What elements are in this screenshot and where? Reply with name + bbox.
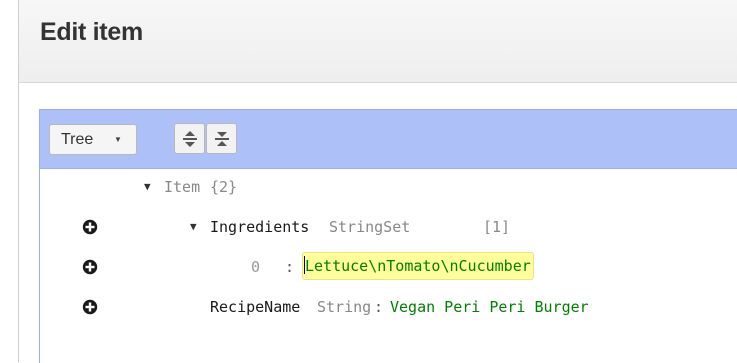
expand-toggle-icon[interactable]: ▼ <box>144 180 151 193</box>
expand-all-button[interactable] <box>174 123 205 154</box>
root-child-count: {2} <box>210 178 238 196</box>
expand-all-icon <box>183 131 197 147</box>
recipe-name-type-label: String <box>317 298 372 316</box>
mode-label: Tree <box>61 131 94 148</box>
add-field-icon[interactable] <box>82 259 98 275</box>
ingredients-count: [1] <box>483 218 511 236</box>
collapse-all-button[interactable] <box>206 123 237 154</box>
caret-down-icon: ▼ <box>114 135 122 144</box>
dialog-header: Edit item <box>19 0 737 83</box>
tree-view: ▼ Item {2} ▼ Ingredients StringSet [1] 0… <box>40 169 737 363</box>
tree-row-ingredient-0: 0 : Lettuce\nTomato\nCucumber <box>40 249 737 285</box>
dialog-title: Edit item <box>40 18 143 46</box>
ingredient-value-text: Lettuce\nTomato\nCucumber <box>305 257 531 275</box>
tree-row-root: ▼ Item {2} <box>40 169 737 205</box>
tree-row-recipe-name: RecipeName String : Vegan Peri Peri Burg… <box>40 289 737 325</box>
mode-dropdown-button[interactable]: Tree ▼ <box>49 124 137 155</box>
root-field-label: Item <box>164 178 201 196</box>
item-index: 0 <box>251 258 261 276</box>
edit-item-dialog: Edit item Tree ▼ ▼ Item {2} ▼ Ingredient… <box>18 0 737 363</box>
key-value-separator: : <box>285 258 295 276</box>
add-field-icon[interactable] <box>82 219 98 235</box>
add-field-icon[interactable] <box>82 299 98 315</box>
ingredient-value-input[interactable]: Lettuce\nTomato\nCucumber <box>302 252 534 280</box>
json-editor: Tree ▼ ▼ Item {2} ▼ Ingredients StringSe… <box>39 109 737 363</box>
recipe-name-value[interactable]: Vegan Peri Peri Burger <box>390 298 589 316</box>
collapse-all-icon <box>215 132 229 146</box>
ingredients-type-label: StringSet <box>329 218 411 236</box>
expand-toggle-icon[interactable]: ▼ <box>190 220 197 233</box>
key-value-separator: : <box>374 298 384 316</box>
ingredients-field-name[interactable]: Ingredients <box>210 218 309 236</box>
editor-menubar: Tree ▼ <box>40 110 737 169</box>
recipe-name-field-name[interactable]: RecipeName <box>210 298 300 316</box>
tree-row-ingredients: ▼ Ingredients StringSet [1] <box>40 209 737 245</box>
